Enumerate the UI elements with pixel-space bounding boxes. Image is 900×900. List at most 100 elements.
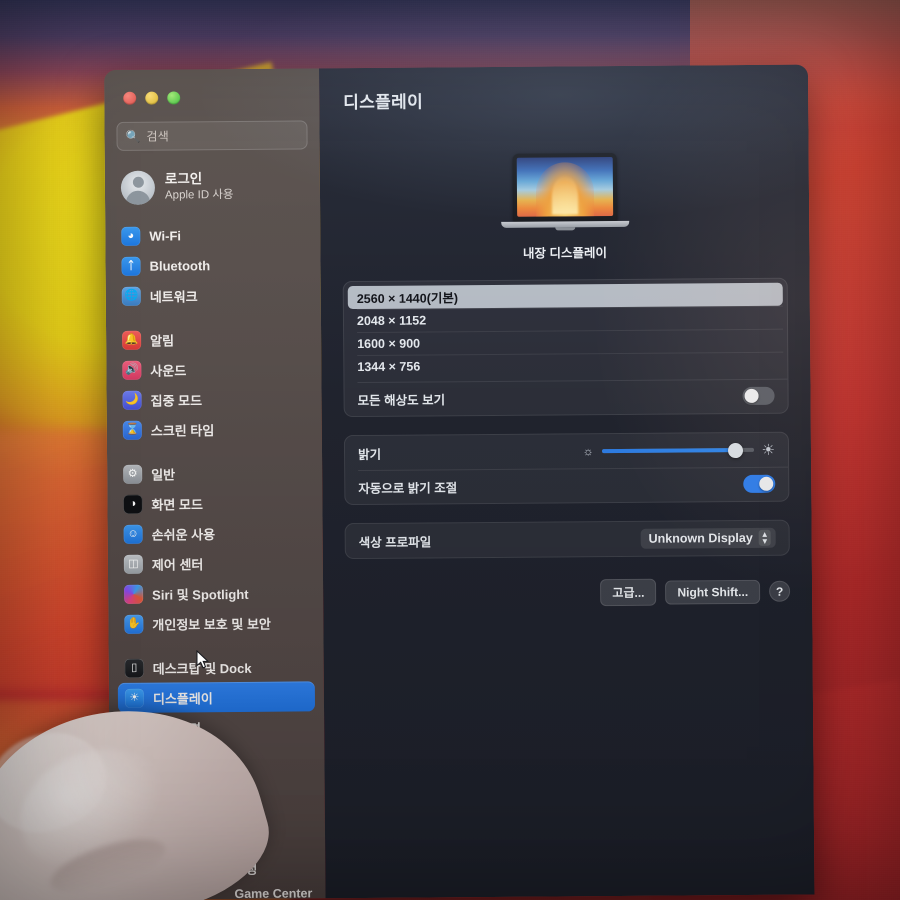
- macbook-notch: [554, 227, 575, 231]
- brightness-group: 밝기 ☼ ☀ 자동으로 밝기 조절: [343, 431, 790, 506]
- brightness-fill: [601, 448, 736, 454]
- resolution-group: 2560 × 1440(기본) 2048 × 1152 1600 × 900 1…: [342, 277, 789, 418]
- show-all-resolutions-row: 모든 해상도 보기: [344, 379, 787, 416]
- sidebar-item-general[interactable]: ⚙ 일반: [116, 457, 313, 489]
- color-profile-group: 색상 프로파일 Unknown Display ▲ ▼: [344, 519, 790, 560]
- window-traffic-lights: [104, 76, 319, 105]
- screenshot-photo: 🔍 검색 로그인 Apple ID 사용 ◕ Wi-Fi ᛏ Bluetooth: [0, 0, 900, 900]
- zoom-button[interactable]: [167, 91, 181, 105]
- sidebar-item-sound[interactable]: 🔊 사운드: [115, 353, 312, 385]
- display-preview[interactable]: 내장 디스플레이: [342, 152, 788, 263]
- auto-brightness-row: 자동으로 밝기 조절: [345, 467, 788, 504]
- sidebar-item-privacy-security[interactable]: ✋ 개인정보 보호 및 보안: [117, 607, 314, 639]
- chevron-up-down-icon: ▲ ▼: [758, 529, 771, 546]
- sidebar-item-control-center[interactable]: ◫ 제어 센터: [117, 547, 314, 579]
- sidebar-item-label: 화면 모드: [151, 496, 203, 513]
- bluetooth-icon: ᛏ: [121, 256, 141, 276]
- sidebar-group-general: ⚙ 일반 ◑ 화면 모드 ☺ 손쉬운 사용 ◫ 제어 센터 Siri 및 Spo…: [107, 457, 323, 639]
- minimize-button[interactable]: [145, 91, 159, 105]
- show-all-resolutions-label: 모든 해상도 보기: [357, 392, 446, 408]
- sidebar-item-appearance[interactable]: ◑ 화면 모드: [116, 487, 313, 519]
- sidebar-item-label: 집중 모드: [150, 392, 203, 409]
- sidebar-item-label: 알림: [150, 332, 175, 349]
- row-spacer: [431, 539, 640, 541]
- resolution-option[interactable]: 1600 × 900: [348, 329, 783, 355]
- sidebar-item-label: 일반: [151, 466, 176, 483]
- toggle-knob: [744, 388, 759, 403]
- screensaver-icon: ▣: [125, 748, 145, 768]
- sidebar: 🔍 검색 로그인 Apple ID 사용 ◕ Wi-Fi ᛏ Bluetooth: [104, 68, 326, 900]
- advanced-button[interactable]: 고급...: [600, 578, 657, 607]
- action-buttons: 고급... Night Shift... ?: [345, 578, 791, 608]
- resolution-option[interactable]: 2048 × 1152: [348, 306, 783, 332]
- row-spacer: [445, 396, 743, 398]
- detail-pane: 디스플레이 내장 디스플레이 2560 × 1440(기본) 2048 × 11…: [318, 64, 815, 899]
- display-brightness-icon: ☀: [124, 688, 145, 708]
- account-text: 로그인 Apple ID 사용: [165, 171, 234, 203]
- sidebar-item-label: Wi-Fi: [149, 227, 182, 244]
- sidebar-item-label: Bluetooth: [149, 257, 211, 274]
- system-settings-window: 🔍 검색 로그인 Apple ID 사용 ◕ Wi-Fi ᛏ Bluetooth: [104, 64, 815, 900]
- sidebar-item-label: 네트워크: [149, 288, 198, 305]
- person-avatar-icon: [120, 170, 156, 205]
- row-spacer: [381, 451, 583, 453]
- resolution-list: 2560 × 1440(기본) 2048 × 1152 1600 × 900 1…: [344, 279, 788, 382]
- search-placeholder: 검색: [146, 129, 170, 144]
- resolution-label: 2560 × 1440(기본): [356, 291, 459, 307]
- toggle-knob: [759, 476, 774, 491]
- macbook-wallpaper: [516, 157, 613, 217]
- sun-large-icon: ☀: [761, 441, 776, 459]
- notifications-bell-icon: 🔔: [122, 330, 142, 350]
- resolution-option[interactable]: 1344 × 756: [348, 352, 783, 378]
- show-all-resolutions-toggle[interactable]: [742, 386, 775, 405]
- night-shift-button[interactable]: Night Shift...: [665, 579, 761, 605]
- color-profile-row: 색상 프로파일 Unknown Display ▲ ▼: [346, 521, 789, 558]
- sidebar-item-label: 디스플레이: [152, 690, 213, 707]
- sidebar-item-wallpaper[interactable]: ▦ 배경화면: [118, 711, 315, 743]
- sidebar-item-label: 데스크탑 및 Dock: [152, 660, 252, 677]
- sidebar-item-wifi[interactable]: ◕ Wi-Fi: [114, 219, 311, 251]
- sidebar-item-screen-time[interactable]: ⌛ 스크린 타임: [116, 413, 313, 445]
- sidebar-item-bluetooth[interactable]: ᛏ Bluetooth: [114, 249, 311, 281]
- help-button[interactable]: ?: [769, 580, 791, 602]
- sidebar-item-label: 사운드: [150, 362, 187, 379]
- close-button[interactable]: [123, 91, 137, 105]
- general-gear-icon: ⚙: [123, 464, 143, 484]
- sidebar-item-label: 제어 센터: [151, 556, 204, 573]
- resolution-label: 2048 × 1152: [356, 312, 427, 328]
- wifi-icon: ◕: [121, 226, 141, 246]
- sidebar-item-label: 스크린 타임: [150, 422, 215, 439]
- sidebar-item-display[interactable]: ☀ 디스플레이: [117, 681, 316, 713]
- search-input[interactable]: 🔍 검색: [116, 120, 308, 151]
- brightness-thumb[interactable]: [727, 442, 743, 458]
- screen-time-hourglass-icon: ⌛: [122, 420, 142, 440]
- sidebar-item-game-center-label[interactable]: Game Center: [234, 886, 312, 900]
- color-profile-label: 색상 프로파일: [358, 534, 432, 550]
- brightness-row: 밝기 ☼ ☀: [345, 433, 788, 470]
- wallpaper-icon: ▦: [125, 718, 145, 738]
- focus-moon-icon: 🌙: [122, 390, 142, 410]
- auto-brightness-toggle[interactable]: [743, 474, 776, 493]
- sidebar-item-desktop-dock[interactable]: ▯ 데스크탑 및 Dock: [118, 651, 315, 683]
- network-globe-icon: 🌐: [121, 286, 141, 306]
- sidebar-item-notifications[interactable]: 🔔 알림: [115, 323, 312, 355]
- macbook-screen: [512, 152, 617, 222]
- resolution-option[interactable]: 2560 × 1440(기본): [347, 282, 783, 310]
- sidebar-item-siri-spotlight[interactable]: Siri 및 Spotlight: [117, 577, 314, 609]
- brightness-slider[interactable]: [601, 442, 754, 458]
- resolution-label: 1600 × 900: [357, 336, 421, 351]
- sidebar-item-accessibility[interactable]: ☺ 손쉬운 사용: [117, 517, 314, 549]
- sidebar-item-account[interactable]: 로그인 Apple ID 사용: [119, 165, 308, 208]
- sidebar-item-screensaver[interactable]: ▣ 화면 보호기: [118, 741, 315, 773]
- color-profile-dropdown[interactable]: Unknown Display ▲ ▼: [640, 527, 776, 549]
- sidebar-item-network[interactable]: 🌐 네트워크: [115, 279, 312, 311]
- display-preview-label: 내장 디스플레이: [522, 246, 607, 261]
- sidebar-item-users-label[interactable]: 계정: [234, 859, 257, 878]
- account-subtitle: Apple ID 사용: [164, 189, 234, 202]
- sidebar-item-label: 개인정보 보호 및 보안: [152, 616, 271, 633]
- auto-brightness-label: 자동으로 밝기 조절: [358, 480, 458, 496]
- sidebar-item-focus[interactable]: 🌙 집중 모드: [115, 383, 312, 415]
- sidebar-item-label: 손쉬운 사용: [151, 526, 216, 543]
- sound-speaker-icon: 🔊: [122, 360, 142, 380]
- resolution-label: 1344 × 756: [357, 359, 421, 374]
